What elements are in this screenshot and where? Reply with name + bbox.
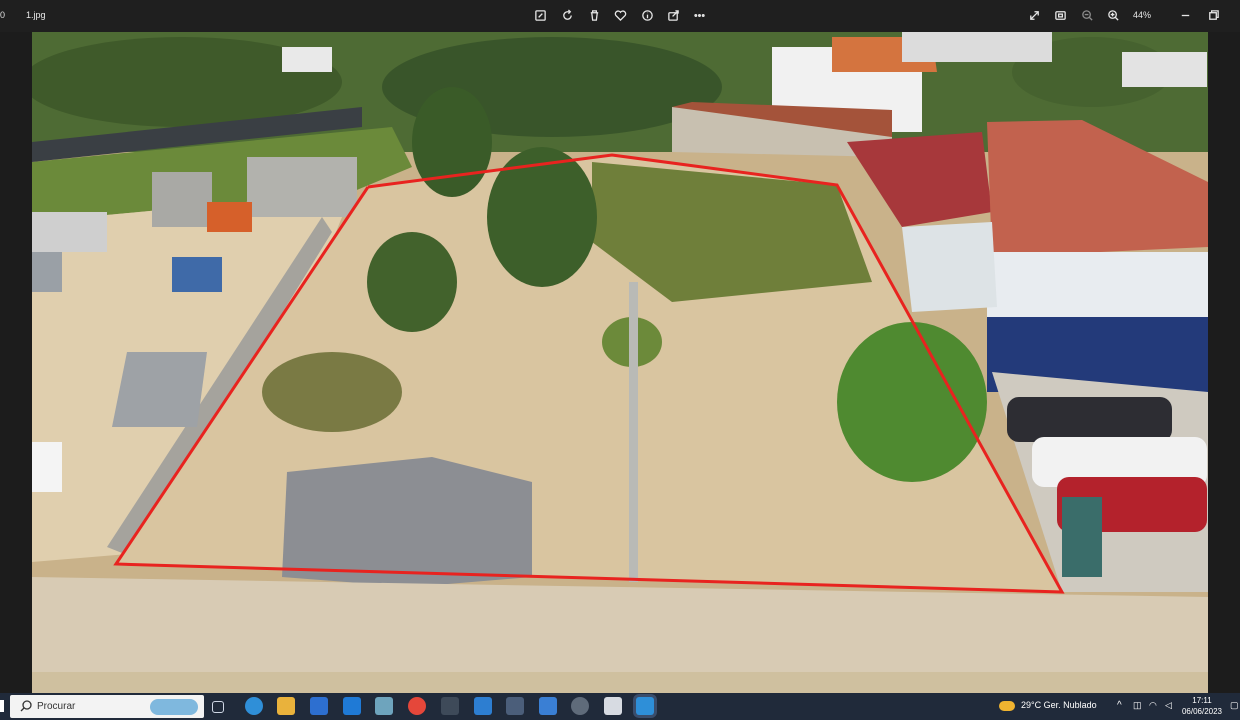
network-icon[interactable]: ◫	[1133, 700, 1142, 711]
file-name: 1.jpg	[26, 10, 46, 20]
delete-icon[interactable]	[587, 8, 601, 22]
store-icon[interactable]	[310, 697, 328, 715]
app-icon[interactable]	[539, 697, 557, 715]
clock[interactable]: 17:11 06/06/2023	[1180, 695, 1224, 717]
restore-icon[interactable]	[1206, 8, 1220, 22]
left-edge-text: 0	[0, 10, 6, 20]
share-icon[interactable]	[666, 8, 680, 22]
file-explorer-icon[interactable]	[277, 697, 295, 715]
mail-icon[interactable]	[343, 697, 361, 715]
rotate-icon[interactable]	[560, 8, 574, 22]
chrome-icon[interactable]	[408, 697, 426, 715]
search-icon	[20, 700, 32, 712]
search-highlight-icon	[150, 699, 198, 715]
app-icon[interactable]	[604, 697, 622, 715]
clock-date: 06/06/2023	[1181, 707, 1223, 716]
edit-icon[interactable]	[533, 8, 547, 22]
minimize-icon[interactable]	[1178, 8, 1192, 22]
calculator-icon[interactable]	[441, 697, 459, 715]
taskbar: Procurar 29°C Ger. Nublado ^ ◫ ◠ ◁ 17:11…	[0, 693, 1240, 720]
zoom-out-icon[interactable]	[1080, 8, 1094, 22]
volume-icon[interactable]: ◁	[1165, 700, 1172, 711]
notification-icon[interactable]: ▢	[1230, 700, 1239, 711]
fit-icon[interactable]	[1053, 8, 1067, 22]
favorite-icon[interactable]	[613, 8, 627, 22]
app-icon[interactable]	[571, 697, 589, 715]
wifi-icon[interactable]: ◠	[1149, 700, 1157, 711]
weather-text[interactable]: 29°C Ger. Nublado	[1021, 700, 1097, 710]
info-icon[interactable]	[640, 8, 654, 22]
start-button[interactable]	[0, 700, 4, 712]
task-view-icon[interactable]	[212, 701, 224, 713]
zoom-in-icon[interactable]	[1106, 8, 1120, 22]
app-icon[interactable]	[506, 697, 524, 715]
chevron-up-icon[interactable]: ^	[1117, 700, 1122, 711]
more-icon[interactable]	[692, 8, 706, 22]
app-icon[interactable]	[375, 697, 393, 715]
search-box[interactable]: Procurar	[10, 695, 204, 718]
title-bar: 0 1.jpg 44%	[0, 0, 1240, 32]
app-icon[interactable]	[474, 697, 492, 715]
weather-icon	[999, 701, 1015, 711]
photos-icon[interactable]	[636, 697, 654, 715]
aerial-plot-photo	[32, 32, 1208, 693]
fullscreen-icon[interactable]	[1027, 8, 1041, 22]
zoom-level: 44%	[1133, 10, 1152, 20]
clock-time: 17:11	[1192, 696, 1212, 705]
edge-icon[interactable]	[245, 697, 263, 715]
search-placeholder: Procurar	[37, 701, 76, 712]
